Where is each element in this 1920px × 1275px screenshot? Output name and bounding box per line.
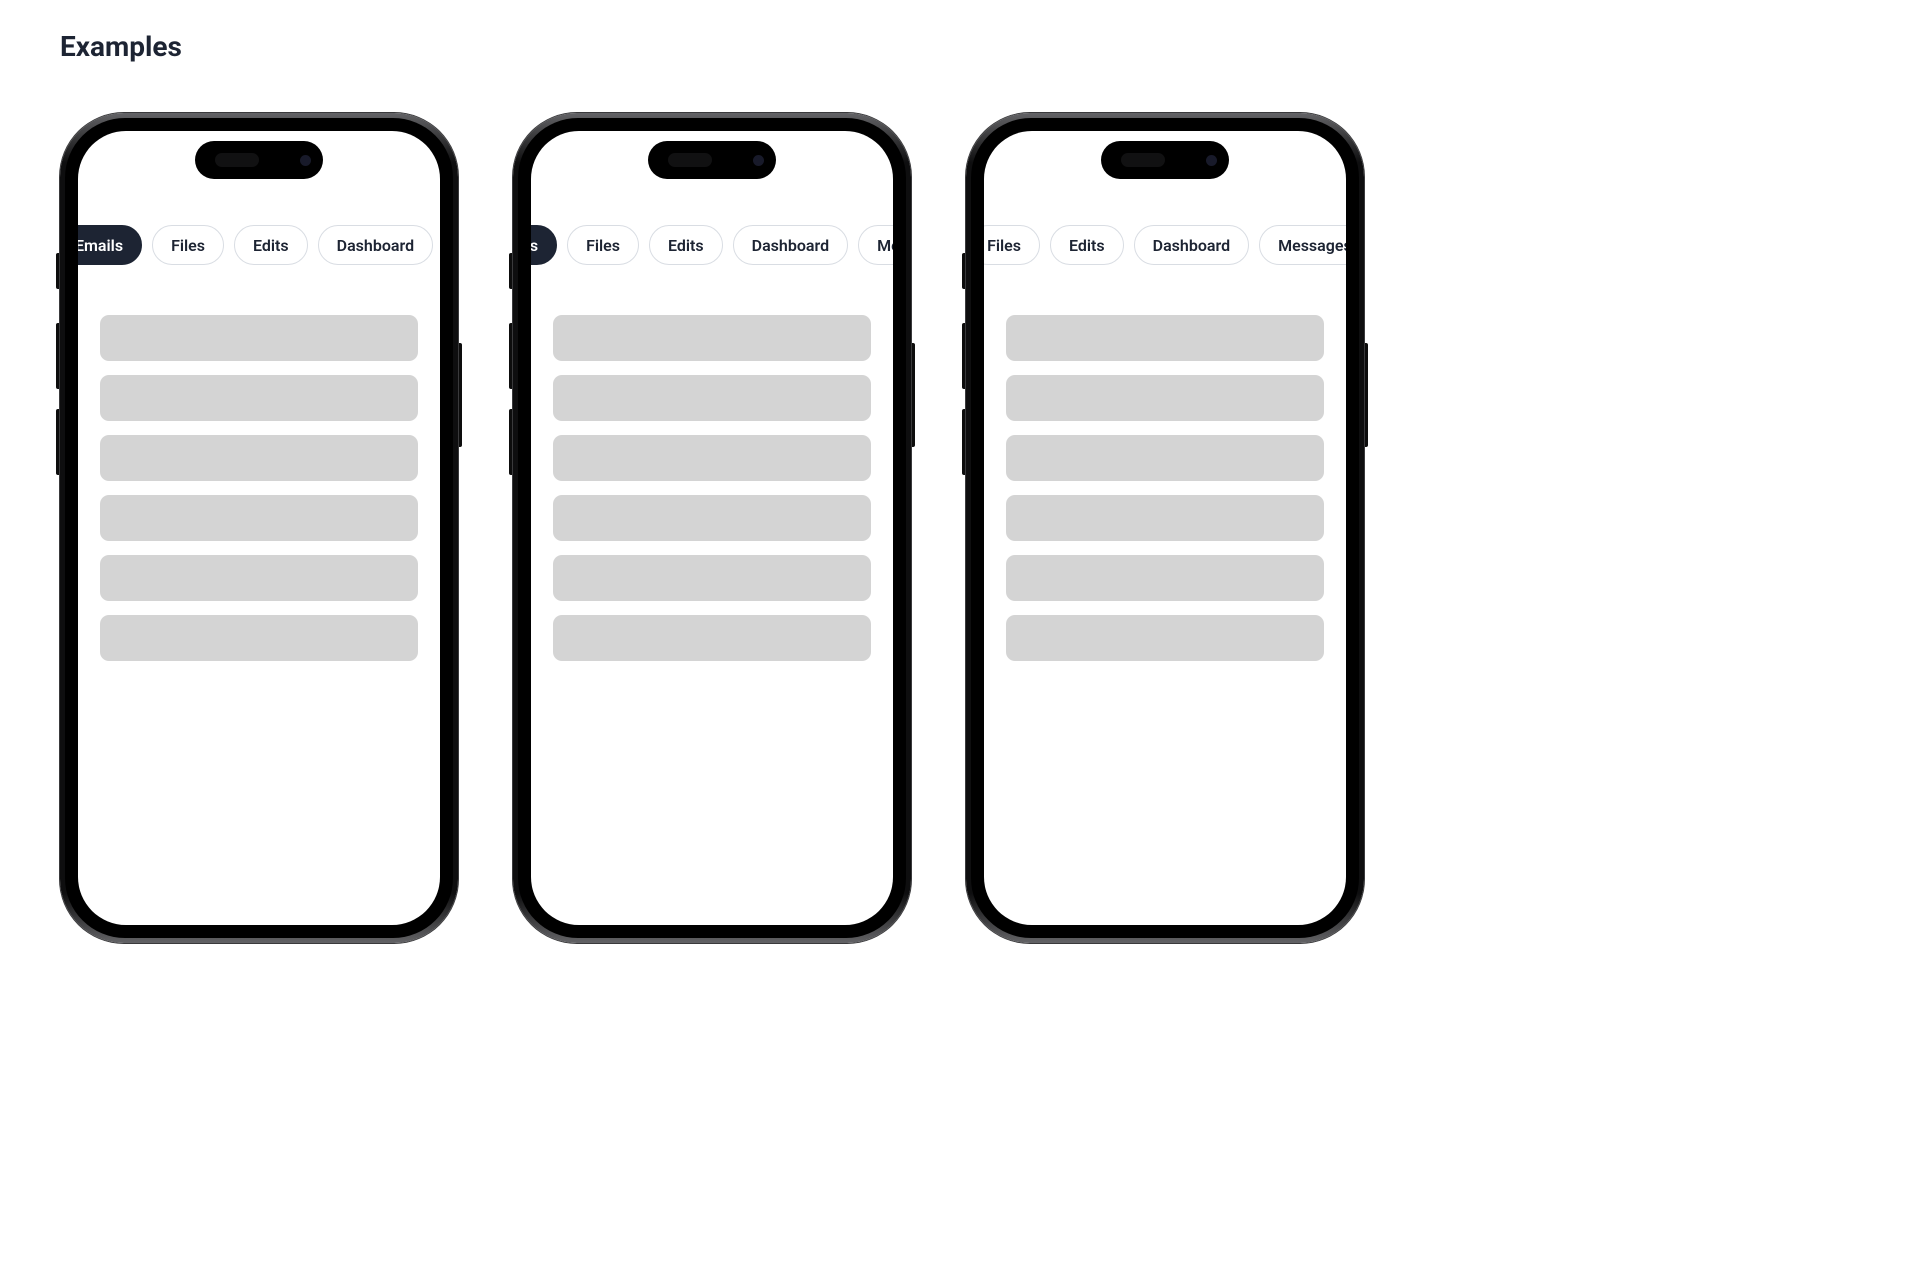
phone-camera-icon [300,155,311,166]
tab-emails[interactable]: Emails [531,225,557,265]
list-item [100,555,418,601]
tab-scroll-row[interactable]: EmailsFilesEditsDashboardMessages [78,225,440,265]
list-item [1006,435,1324,481]
tab-scroll-row[interactable]: EmailsFilesEditsDashboardMessages [984,225,1346,265]
tab-edits[interactable]: Edits [649,225,723,265]
phone-dynamic-island [195,141,323,179]
tab-messages[interactable]: Messages [858,225,893,265]
phone-dynamic-island [648,141,776,179]
page-title: Examples [60,30,1860,63]
placeholder-list [531,265,893,661]
list-item [100,615,418,661]
list-item [100,495,418,541]
list-item [553,555,871,601]
tab-edits[interactable]: Edits [234,225,308,265]
list-item [553,315,871,361]
list-item [1006,615,1324,661]
screen-content: EmailsFilesEditsDashboardMessages [78,131,440,925]
placeholder-list [78,265,440,661]
list-item [100,375,418,421]
phone-screen: EmailsFilesEditsDashboardMessages [78,131,440,925]
phone-mockup-row: EmailsFilesEditsDashboardMessages Emails… [60,113,1860,943]
tab-messages[interactable]: Messages [1259,225,1346,265]
tab-files[interactable]: Files [567,225,639,265]
screen-content: Emails FilesEditsDashboard Messages [531,131,893,925]
phone-screen: EmailsFilesEditsDashboardMessages [984,131,1346,925]
phone-screen: Emails FilesEditsDashboard Messages [531,131,893,925]
list-item [553,435,871,481]
list-item [553,615,871,661]
phone-dynamic-island [1101,141,1229,179]
tab-files[interactable]: Files [984,225,1040,265]
list-item [553,495,871,541]
screen-content: EmailsFilesEditsDashboardMessages [984,131,1346,925]
list-item [1006,555,1324,601]
placeholder-list [984,265,1346,661]
tab-dashboard[interactable]: Dashboard [318,225,433,265]
list-item [553,375,871,421]
phone-mockup: EmailsFilesEditsDashboardMessages [60,113,458,943]
list-item [100,315,418,361]
tab-scroll-row[interactable]: Emails FilesEditsDashboard Messages [531,225,893,265]
tab-dashboard[interactable]: Dashboard [1134,225,1249,265]
list-item [1006,375,1324,421]
tab-dashboard[interactable]: Dashboard [733,225,848,265]
phone-mockup: EmailsFilesEditsDashboardMessages [966,113,1364,943]
tab-edits[interactable]: Edits [1050,225,1124,265]
phone-camera-icon [1206,155,1217,166]
list-item [1006,495,1324,541]
tab-files[interactable]: Files [152,225,224,265]
list-item [100,435,418,481]
list-item [1006,315,1324,361]
tab-emails[interactable]: Emails [78,225,142,265]
phone-camera-icon [753,155,764,166]
phone-mockup: Emails FilesEditsDashboard Messages [513,113,911,943]
